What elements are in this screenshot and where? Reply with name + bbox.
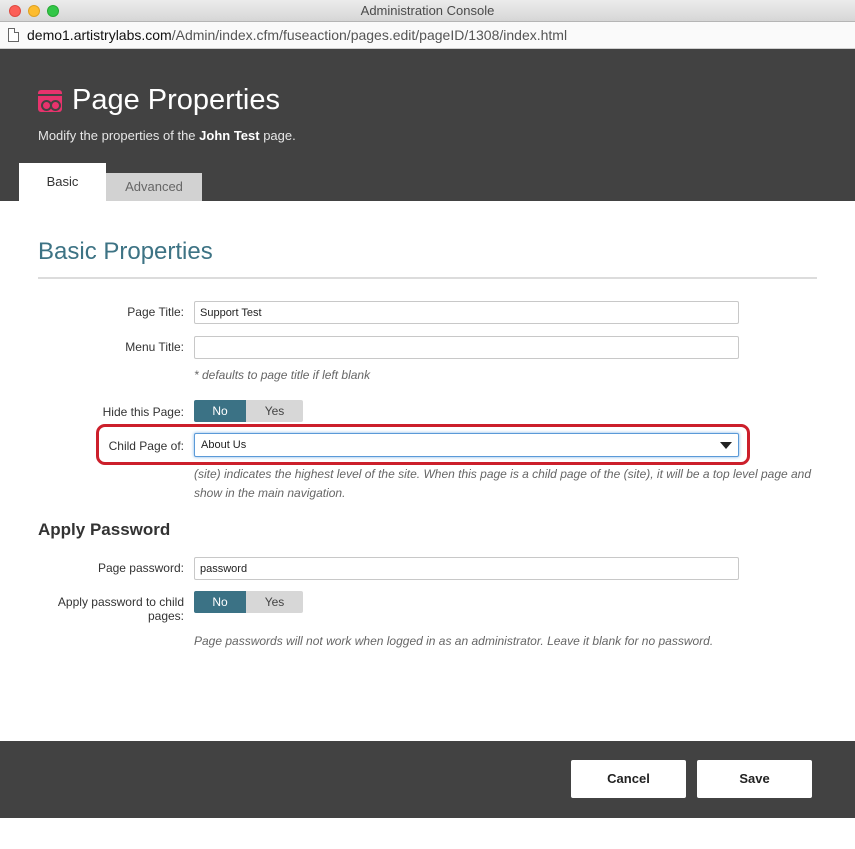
apply-child-label: Apply password to child pages: [57, 595, 184, 623]
subtitle-page-name: John Test [199, 128, 260, 143]
cancel-button[interactable]: Cancel [571, 760, 686, 798]
basic-properties-heading: Basic Properties [38, 238, 213, 265]
hide-page-no-option[interactable]: No [194, 400, 246, 422]
subtitle-suffix: page. [259, 128, 296, 143]
section-divider [38, 277, 817, 279]
child-page-selected-value: About Us [201, 439, 247, 451]
title-bar: Administration Console [0, 0, 855, 22]
child-page-hint: (site) indicates the highest level of th… [194, 467, 812, 500]
tab-advanced[interactable]: Advanced [106, 173, 202, 201]
menu-title-hint: * defaults to page title if left blank [194, 368, 371, 382]
apply-child-yes-option[interactable]: Yes [246, 591, 303, 613]
page-title: Page Properties [72, 84, 280, 116]
hide-page-toggle[interactable]: No Yes [194, 400, 303, 422]
child-page-select[interactable]: About Us [194, 433, 739, 457]
url-host: demo1.artistrylabs.com [27, 27, 172, 43]
apply-child-toggle[interactable]: No Yes [194, 591, 303, 613]
hide-page-yes-option[interactable]: Yes [246, 400, 303, 422]
browser-window: Administration Console demo1.artistrylab… [0, 0, 855, 849]
page-password-label: Page password: [97, 561, 184, 575]
properties-logo-icon [38, 90, 62, 112]
menu-title-field[interactable] [194, 336, 739, 359]
page-title-field[interactable] [194, 301, 739, 324]
address-bar[interactable]: demo1.artistrylabs.com/Admin/index.cfm/f… [0, 22, 855, 49]
page-header: Page Properties Modify the properties of… [0, 49, 855, 201]
child-page-label: Child Page of: [108, 439, 184, 453]
save-button[interactable]: Save [697, 760, 812, 798]
page-subtitle: Modify the properties of the John Test p… [38, 128, 296, 143]
footer-bar: Cancel Save [0, 741, 855, 818]
hide-page-label: Hide this Page: [102, 405, 184, 419]
subtitle-prefix: Modify the properties of the [38, 128, 200, 143]
dropdown-arrow-icon [720, 442, 732, 449]
url-path: /Admin/index.cfm/fuseaction/pages.edit/p… [171, 27, 568, 43]
menu-title-label: Menu Title: [125, 340, 184, 354]
document-icon [8, 28, 19, 42]
apply-password-heading: Apply Password [38, 520, 171, 539]
page-title-label: Page Title: [127, 305, 184, 319]
apply-child-no-option[interactable]: No [194, 591, 246, 613]
password-hint: Page passwords will not work when logged… [194, 634, 714, 648]
url-text[interactable]: demo1.artistrylabs.com/Admin/index.cfm/f… [27, 27, 567, 43]
page-password-field[interactable] [194, 557, 739, 580]
window-title: Administration Console [360, 3, 495, 18]
tab-basic[interactable]: Basic [19, 163, 106, 201]
